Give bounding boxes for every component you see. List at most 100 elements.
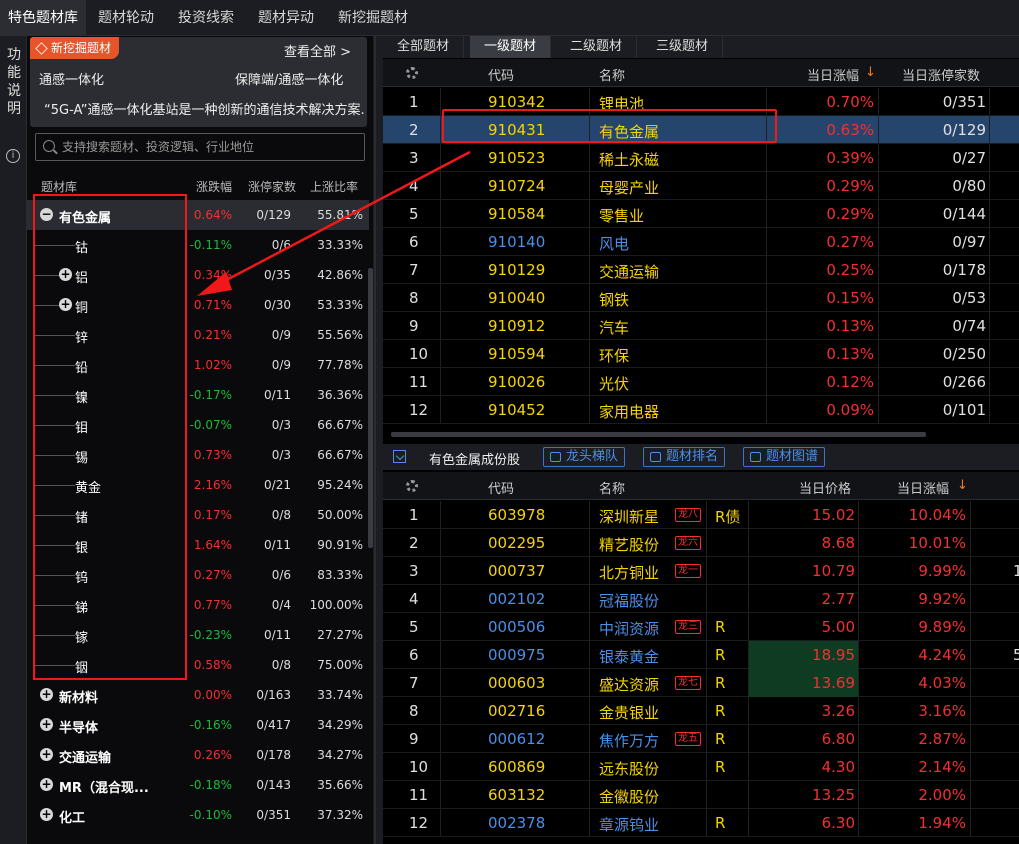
stock-grid-row[interactable]: 12 002378 章源钨业 R 6.30 1.94% (383, 809, 1019, 837)
theme-tree-row[interactable]: + 化工 -0.10% 0/351 37.32% (27, 800, 369, 830)
theme-grid-row[interactable]: 10 910594 环保 0.13% 0/250 (383, 340, 1019, 368)
stock-name: 北方铜业 (599, 564, 660, 582)
theme-tree-row[interactable]: 镓 -0.23% 0/11 27.27% (27, 620, 369, 650)
theme-grid-row[interactable]: 2 910431 有色金属 0.63% 0/129 (383, 116, 1019, 144)
panel-divider[interactable] (373, 36, 383, 844)
theme-grid-hscrollbar[interactable] (391, 432, 926, 437)
col-day-change[interactable]: 当日涨幅 (897, 478, 949, 497)
view-all-link[interactable]: 查看全部 > (284, 41, 351, 60)
stock-grid-row[interactable]: 10 600869 远东股份 R 4.30 2.14% (383, 753, 1019, 781)
col-code[interactable]: 代码 (488, 478, 514, 497)
theme-grid-row[interactable]: 8 910040 钢铁 0.15% 0/53 (383, 284, 1019, 312)
col-price[interactable]: 当日价格 (799, 478, 851, 497)
sort-desc-icon[interactable]: ↓ (865, 65, 876, 80)
theme-tree-row[interactable]: + 交通运输 0.26% 0/178 34.27% (27, 740, 369, 770)
stock-grid-row[interactable]: 7 000603 盛达资源 龙七 R 13.69 4.03% (383, 669, 1019, 697)
expand-icon[interactable]: + (40, 778, 53, 791)
theme-tree-row[interactable]: 钨 0.27% 0/6 83.33% (27, 560, 369, 590)
theme-tree-row[interactable]: − 有色金属 0.64% 0/129 55.81% (27, 200, 369, 230)
tab-new-themes[interactable]: 新挖掘题材 (330, 0, 416, 35)
stock-grid-row[interactable]: 8 002716 金贵银业 R 3.26 3.16% (383, 697, 1019, 725)
tab-level2-themes[interactable]: 二级题材 (556, 36, 638, 58)
col-name[interactable]: 名称 (599, 65, 625, 84)
theme-tree-row[interactable]: 镍 -0.17% 0/11 36.36% (27, 380, 369, 410)
theme-search-input[interactable] (62, 137, 357, 157)
constituent-title: 有色金属成份股 (429, 453, 521, 468)
theme-tree-row[interactable]: 锡 0.73% 0/3 66.67% (27, 440, 369, 470)
settings-gear-icon[interactable] (406, 480, 418, 492)
theme-ranking-button[interactable]: 题材排名 (643, 447, 726, 467)
theme-tree-row[interactable]: + 新材料 0.00% 0/163 33.74% (27, 680, 369, 710)
theme-tree-row[interactable]: 钴 -0.11% 0/6 33.33% (27, 230, 369, 260)
col-name[interactable]: 名称 (599, 478, 625, 497)
theme-tree-row[interactable]: 锑 0.77% 0/4 100.00% (27, 590, 369, 620)
sort-desc-icon[interactable]: ↓ (957, 478, 968, 493)
function-description-strip[interactable]: 功能说明 i (0, 36, 27, 844)
stock-grid-row[interactable]: 9 000612 焦作万方 龙五 R 6.80 2.87% (383, 725, 1019, 753)
stock-grid-row[interactable]: 2 002295 精艺股份 龙六 8.68 10.01% (383, 529, 1019, 557)
stock-price: 6.30 (821, 814, 855, 832)
tab-investment-clues[interactable]: 投资线索 (170, 0, 242, 35)
expand-icon[interactable]: + (59, 298, 72, 311)
collapse-icon[interactable] (393, 450, 406, 463)
expand-icon[interactable]: + (40, 718, 53, 731)
theme-tree-row[interactable]: + 半导体 -0.16% 0/417 34.29% (27, 710, 369, 740)
col-day-change[interactable]: 当日涨幅 (807, 65, 859, 84)
subtheme-name: 锑 (75, 601, 89, 616)
theme-tree-row[interactable]: 锌 0.21% 0/9 55.56% (27, 320, 369, 350)
stock-code: 000975 (488, 646, 546, 664)
theme-search-box[interactable] (35, 133, 365, 161)
info-icon[interactable]: i (6, 149, 20, 163)
theme-change: 2.16% (193, 478, 232, 492)
theme-grid-row[interactable]: 12 910452 家用电器 0.09% 0/101 (383, 396, 1019, 424)
theme-grid-row[interactable]: 11 910026 光伏 0.12% 0/266 (383, 368, 1019, 396)
col-limit-up-count[interactable]: 当日涨停家数 (902, 65, 980, 84)
theme-tree-row[interactable]: 黄金 2.16% 0/21 95.24% (27, 470, 369, 500)
theme-tree-row[interactable]: 银 1.64% 0/11 90.91% (27, 530, 369, 560)
theme-grid-row[interactable]: 9 910912 汽车 0.13% 0/74 (383, 312, 1019, 340)
header-change[interactable]: 涨跌幅 (196, 178, 232, 195)
header-limit-up[interactable]: 涨停家数 (248, 178, 296, 195)
theme-tree-row[interactable]: + MR（混合现... -0.18% 0/143 35.66% (27, 770, 369, 800)
theme-graph-button[interactable]: 题材图谱 (743, 447, 826, 467)
tab-theme-rotation[interactable]: 题材轮动 (90, 0, 162, 35)
expand-icon[interactable]: + (40, 748, 53, 761)
settings-gear-icon[interactable] (406, 67, 418, 79)
expand-icon[interactable]: + (40, 808, 53, 821)
theme-grid-row[interactable]: 3 910523 稀土永磁 0.39% 0/27 (383, 144, 1019, 172)
theme-tree-row[interactable]: 钼 -0.07% 0/3 66.67% (27, 410, 369, 440)
new-theme-card[interactable]: 新挖掘题材 查看全部 > 通感一体化 保障端/通感一体化 “5G-A”通感一体化… (30, 37, 367, 127)
theme-grid-row[interactable]: 5 910584 零售业 0.29% 0/144 (383, 200, 1019, 228)
col-code[interactable]: 代码 (488, 65, 514, 84)
stock-grid-row[interactable]: 5 000506 中润资源 龙三 R 5.00 9.89% (383, 613, 1019, 641)
stock-grid-row[interactable]: 6 000975 银泰黄金 R 18.95 4.24% 5 (383, 641, 1019, 669)
header-theme[interactable]: 题材库 (41, 178, 77, 195)
row-index: 11 (409, 786, 429, 804)
theme-tree-row[interactable]: + 铝 0.34% 0/35 42.86% (27, 260, 369, 290)
leader-tier-button[interactable]: 龙头梯队 (543, 447, 626, 467)
tab-all-themes[interactable]: 全部题材 (383, 36, 465, 58)
theme-tree-row[interactable]: 铅 1.02% 0/9 77.78% (27, 350, 369, 380)
stock-grid-row[interactable]: 1 603978 深圳新星 龙八 R债 15.02 10.04% (383, 501, 1019, 529)
tab-featured-themes[interactable]: 特色题材库 (0, 0, 86, 35)
theme-tree-row[interactable]: 铟 0.58% 0/8 75.00% (27, 650, 369, 680)
theme-tree-row[interactable]: 锗 0.17% 0/8 50.00% (27, 500, 369, 530)
theme-grid-row[interactable]: 6 910140 风电 0.27% 0/97 (383, 228, 1019, 256)
expand-icon[interactable]: + (59, 268, 72, 281)
tab-theme-movement[interactable]: 题材异动 (250, 0, 322, 35)
collapse-icon[interactable]: − (40, 208, 53, 221)
theme-grid-row[interactable]: 7 910129 交通运输 0.25% 0/178 (383, 256, 1019, 284)
stock-grid-row[interactable]: 3 000737 北方铜业 龙一 10.79 9.99% 1 (383, 557, 1019, 585)
bar-chart-icon (650, 452, 661, 462)
expand-icon[interactable]: + (40, 688, 53, 701)
header-up-ratio[interactable]: 上涨比率 (310, 178, 358, 195)
stock-grid-row[interactable]: 4 002102 冠福股份 2.77 9.92% (383, 585, 1019, 613)
tab-level3-themes[interactable]: 三级题材 (642, 36, 724, 58)
theme-grid-row[interactable]: 4 910724 母婴产业 0.29% 0/80 (383, 172, 1019, 200)
row-index: 7 (409, 261, 419, 279)
stock-grid-row[interactable]: 11 603132 金徽股份 13.25 2.00% (383, 781, 1019, 809)
theme-tree-row[interactable]: + 铜 0.71% 0/30 53.33% (27, 290, 369, 320)
tab-level1-themes[interactable]: 一级题材 (470, 36, 552, 58)
theme-code: 910912 (488, 317, 546, 335)
theme-grid-row[interactable]: 1 910342 锂电池 0.70% 0/351 (383, 88, 1019, 116)
